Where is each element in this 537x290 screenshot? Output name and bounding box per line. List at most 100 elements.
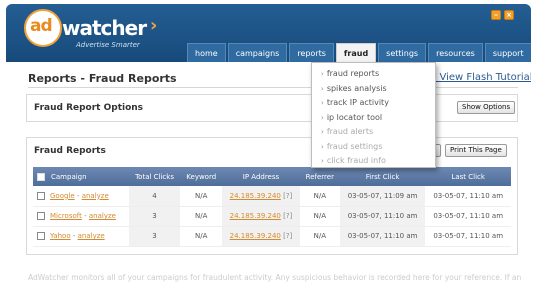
logo-ad-text: ad [30, 16, 53, 36]
footer-text: AdWatcher monitors all of your campaigns… [28, 273, 522, 282]
clicks-cell: 4 [128, 186, 181, 207]
menu-item-spikes-analysis[interactable]: › spikes analysis [312, 82, 435, 97]
table-row: Google - analyze 4 N/A 24.185.39.240 [?]… [33, 186, 511, 207]
ip-info-link[interactable]: [?] [283, 212, 292, 220]
table-header-row: Campaign Total Clicks Keyword IP Address… [33, 167, 511, 186]
analyze-link[interactable]: analyze [89, 212, 116, 220]
menu-item-fraud-settings[interactable]: › fraud settings [312, 140, 435, 155]
flash-tutorial-link[interactable]: ? View Flash Tutorial [431, 72, 531, 83]
ip-link[interactable]: 24.185.39.240 [230, 212, 281, 220]
chevron-right-icon: › [321, 70, 324, 78]
close-button[interactable]: × [504, 10, 514, 20]
campaign-cell: Yahoo - analyze [33, 226, 129, 247]
options-panel: Fraud Report Options Show Options [26, 94, 518, 122]
separator: - [84, 212, 87, 220]
campaign-link[interactable]: Yahoo [50, 232, 71, 240]
window-controls: – × [491, 10, 514, 20]
chevron-right-icon: › [321, 128, 324, 136]
last-click-cell: 03-05-07, 11:10 am [425, 186, 511, 207]
col-first-click[interactable]: First Click [339, 167, 426, 186]
menu-item-track-ip[interactable]: › track IP activity [312, 96, 435, 111]
menu-item-fraud-alerts[interactable]: › fraud alerts [312, 125, 435, 140]
col-campaign[interactable]: Campaign [33, 167, 129, 186]
menu-item-label: spikes analysis [326, 83, 387, 93]
last-click-cell: 03-05-07, 11:10 am [425, 226, 511, 247]
referrer-cell: N/A [299, 206, 340, 227]
title-divider [28, 87, 518, 88]
ip-cell: 24.185.39.240 [?] [222, 226, 300, 247]
menu-item-label: fraud settings [326, 141, 383, 151]
menu-item-click-fraud-info[interactable]: › click fraud info [312, 154, 435, 169]
row-checkbox[interactable] [37, 212, 45, 220]
fraud-dropdown-menu: › fraud reports › spikes analysis › track I… [311, 62, 436, 168]
col-total-clicks[interactable]: Total Clicks [128, 167, 181, 186]
keyword-cell: N/A [180, 226, 223, 247]
fraud-table: Campaign Total Clicks Keyword IP Address… [33, 167, 511, 247]
separator: - [72, 232, 76, 240]
nav-fraud[interactable]: fraud [335, 43, 377, 62]
separator: - [76, 191, 80, 200]
ip-cell: 24.185.39.240 [?] [222, 186, 300, 207]
logo-watcher-text: watcher [62, 16, 147, 40]
campaign-cell: Microsoft - analyze [33, 206, 129, 227]
ip-link[interactable]: 24.185.39.240 [230, 232, 281, 240]
col-last-click[interactable]: Last Click [425, 167, 511, 186]
keyword-cell: N/A [180, 186, 223, 207]
keyword-cell: N/A [180, 206, 223, 227]
col-keyword[interactable]: Keyword [180, 167, 223, 186]
campaign-link[interactable]: Google [50, 192, 75, 200]
table-row: Yahoo - analyze 3 N/A 24.185.39.240 [?] … [33, 226, 511, 247]
select-all-checkbox[interactable] [37, 172, 45, 181]
col-ip-address[interactable]: IP Address [222, 167, 300, 186]
reports-panel: Fraud Reports Print This Page Campaign T… [26, 137, 518, 255]
minimize-button[interactable]: – [491, 10, 501, 20]
clicks-cell: 3 [128, 206, 181, 227]
first-click-cell: 03-05-07, 11:10 am [339, 206, 426, 227]
reports-panel-title: Fraud Reports [34, 146, 106, 156]
menu-item-label: track IP activity [326, 98, 389, 107]
menu-item-fraud-reports[interactable]: › fraud reports [312, 67, 435, 82]
menu-item-label: fraud alerts [326, 127, 374, 136]
menu-item-ip-locator[interactable]: › ip locator tool [312, 111, 435, 126]
analyze-link[interactable]: analyze [78, 232, 105, 240]
table-row: Microsoft - analyze 3 N/A 24.185.39.240 … [33, 206, 511, 227]
logo-tagline: Advertise Smarter [76, 41, 140, 49]
logo[interactable]: ad watcher › Advertise Smarter [24, 7, 158, 57]
chevron-right-icon: › [321, 157, 324, 165]
main-nav: home campaigns reports fraud settings re… [187, 43, 531, 62]
row-checkbox[interactable] [37, 191, 45, 200]
show-options-button[interactable]: Show Options [457, 101, 516, 114]
logo-chevron-icon: › [150, 15, 158, 36]
analyze-link[interactable]: analyze [82, 192, 109, 200]
first-click-cell: 03-05-07, 11:09 am [339, 186, 426, 207]
nav-support[interactable]: support [484, 43, 531, 62]
chevron-right-icon: › [321, 84, 324, 93]
nav-settings[interactable]: settings [378, 43, 427, 62]
col-campaign-label: Campaign [51, 172, 87, 181]
chevron-right-icon: › [321, 113, 324, 122]
chevron-right-icon: › [321, 142, 324, 151]
ip-cell: 24.185.39.240 [?] [222, 206, 300, 227]
options-panel-title: Fraud Report Options [34, 103, 144, 113]
ip-info-link[interactable]: [?] [283, 192, 292, 200]
nav-campaigns[interactable]: campaigns [227, 43, 288, 62]
last-click-cell: 03-05-07, 11:10 am [425, 206, 511, 227]
col-referrer[interactable]: Referrer [299, 167, 340, 186]
chevron-right-icon: › [321, 99, 324, 107]
ip-link[interactable]: 24.185.39.240 [230, 192, 281, 200]
nav-reports[interactable]: reports [289, 43, 334, 62]
app-frame: ad watcher › Advertise Smarter – × home … [6, 4, 531, 290]
campaign-link[interactable]: Microsoft [50, 212, 82, 220]
page-title: Reports - Fraud Reports [28, 72, 177, 85]
first-click-cell: 03-05-07, 11:10 am [339, 226, 426, 247]
nav-home[interactable]: home [187, 43, 226, 62]
menu-item-label: fraud reports [326, 69, 380, 78]
ip-info-link[interactable]: [?] [283, 232, 292, 240]
menu-item-label: ip locator tool [326, 112, 383, 122]
clicks-cell: 3 [128, 226, 181, 247]
nav-resources[interactable]: resources [428, 43, 483, 62]
row-checkbox[interactable] [37, 232, 45, 240]
referrer-cell: N/A [299, 226, 340, 247]
referrer-cell: N/A [299, 186, 340, 207]
print-button[interactable]: Print This Page [445, 144, 507, 157]
